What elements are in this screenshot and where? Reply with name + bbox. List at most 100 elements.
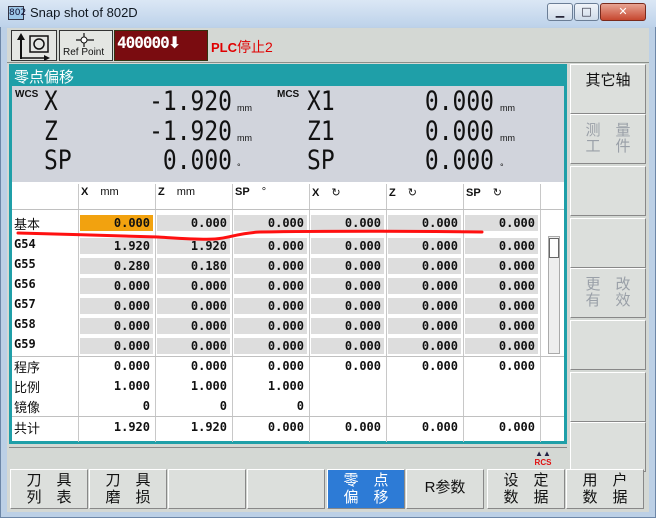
grid-line bbox=[232, 184, 233, 442]
softkey-right-8[interactable] bbox=[570, 422, 646, 472]
row-label: G56 bbox=[14, 277, 36, 291]
column-axis: Z bbox=[389, 187, 396, 199]
offset-cell[interactable]: 0.000 bbox=[157, 338, 230, 354]
offset-cell bbox=[311, 398, 384, 414]
softkey-right-3[interactable] bbox=[570, 166, 646, 216]
offset-cell[interactable]: 0.000 bbox=[465, 338, 538, 354]
softkey-bottom-7[interactable]: 设 定数 据 bbox=[487, 469, 565, 509]
offset-cell[interactable]: 0.000 bbox=[311, 338, 384, 354]
offset-cell[interactable]: 0.000 bbox=[465, 318, 538, 334]
offset-cell[interactable]: 0.000 bbox=[157, 298, 230, 314]
offset-cell[interactable]: 0.000 bbox=[388, 298, 461, 314]
softkey-right-4[interactable] bbox=[570, 218, 646, 268]
softkey-bottom-2[interactable]: 刀 具磨 损 bbox=[89, 469, 167, 509]
offset-cell[interactable]: 0.000 bbox=[388, 278, 461, 294]
offset-cell[interactable]: 0.000 bbox=[80, 215, 153, 231]
softkey-right-6[interactable] bbox=[570, 320, 646, 370]
mcs-axis-name: X1 bbox=[307, 86, 335, 117]
softkey-bottom-6[interactable]: R参数 bbox=[406, 469, 484, 509]
offset-cell[interactable]: 0.000 bbox=[311, 238, 384, 254]
offset-cell[interactable]: 0.000 bbox=[311, 278, 384, 294]
offset-cell[interactable]: 0.180 bbox=[157, 258, 230, 274]
offset-cell[interactable]: 0.000 bbox=[157, 318, 230, 334]
softkey-bottom-3[interactable] bbox=[168, 469, 246, 509]
offset-cell: 0.000 bbox=[421, 359, 458, 373]
row-label: 比例 bbox=[14, 380, 41, 395]
wcs-axis-value: 0.000 bbox=[162, 145, 232, 176]
offset-cell[interactable]: 0.000 bbox=[234, 278, 307, 294]
alarm-message: PLC停止2 bbox=[211, 37, 273, 57]
offset-cell[interactable]: 0.000 bbox=[388, 215, 461, 231]
offset-cell[interactable]: 0.000 bbox=[465, 215, 538, 231]
softkey-right-1[interactable]: 其它轴 bbox=[570, 64, 646, 114]
softkey-bottom-4[interactable] bbox=[247, 469, 325, 509]
offset-cell[interactable]: 0.000 bbox=[388, 318, 461, 334]
row-label: G57 bbox=[14, 297, 36, 311]
offset-cell[interactable]: 0.000 bbox=[234, 318, 307, 334]
softkey-bottom-8[interactable]: 用 户数 据 bbox=[566, 469, 644, 509]
softkey-bottom-1[interactable]: 刀 具列 表 bbox=[10, 469, 88, 509]
maximize-icon[interactable]: □ bbox=[574, 3, 599, 21]
offset-cell[interactable]: 0.000 bbox=[465, 258, 538, 274]
offset-cell[interactable]: 0.000 bbox=[80, 278, 153, 294]
offset-cell[interactable]: 0.000 bbox=[80, 338, 153, 354]
mcs-axis-unit: mm bbox=[500, 103, 515, 113]
softkey-right-2[interactable]: 测 量工 件 bbox=[570, 114, 646, 164]
offset-cell[interactable]: 0.000 bbox=[388, 338, 461, 354]
softkey-bottom-5[interactable]: 零 点偏 移 bbox=[327, 469, 405, 509]
offset-cell[interactable]: 0.000 bbox=[234, 215, 307, 231]
softkey-right-5[interactable]: 更 改有 效 bbox=[570, 268, 646, 318]
row-label: 共计 bbox=[14, 421, 41, 436]
offset-cell[interactable]: 0.000 bbox=[234, 338, 307, 354]
program-number: 400000 bbox=[117, 33, 170, 52]
offset-cell[interactable]: 0.000 bbox=[80, 298, 153, 314]
offset-cell: 0.000 bbox=[113, 359, 150, 373]
offset-cell[interactable]: 0.000 bbox=[388, 238, 461, 254]
offset-cell[interactable]: 0.000 bbox=[311, 258, 384, 274]
offset-cell[interactable]: 1.920 bbox=[157, 238, 230, 254]
offset-cell[interactable]: 0.000 bbox=[311, 215, 384, 231]
grid-line bbox=[12, 356, 564, 357]
grid-line bbox=[463, 184, 464, 442]
alarm-prefix: PLC bbox=[211, 40, 237, 55]
column-header: SP ↻ bbox=[466, 186, 539, 206]
column-unit: ↻ bbox=[331, 187, 341, 199]
offset-cell[interactable]: 0.000 bbox=[311, 298, 384, 314]
offset-cell[interactable]: 1.920 bbox=[80, 238, 153, 254]
offset-cell: 0 bbox=[219, 399, 227, 413]
offset-cell[interactable]: 0.280 bbox=[80, 258, 153, 274]
offset-cell[interactable]: 0.000 bbox=[465, 298, 538, 314]
offset-cell bbox=[465, 398, 538, 414]
offset-cell[interactable]: 0.000 bbox=[388, 258, 461, 274]
offset-cell[interactable]: 0.000 bbox=[157, 278, 230, 294]
column-axis: X bbox=[81, 186, 89, 198]
softkey-right-7[interactable] bbox=[570, 372, 646, 422]
offset-cell[interactable]: 0.000 bbox=[234, 238, 307, 254]
softkey-label: 数 据 bbox=[503, 489, 549, 506]
offset-cell: 1.920 bbox=[113, 420, 150, 434]
offset-cell[interactable]: 0.000 bbox=[465, 238, 538, 254]
softkey-label: 更 改 bbox=[585, 276, 631, 293]
row-label: G59 bbox=[14, 337, 36, 351]
offset-cell[interactable]: 0.000 bbox=[234, 298, 307, 314]
column-header: Z ↻ bbox=[389, 186, 462, 206]
mcs-label: MCS bbox=[277, 89, 300, 100]
offset-cell[interactable]: 0.000 bbox=[157, 215, 230, 231]
mcs-axis-value: 0.000 bbox=[424, 145, 494, 176]
column-axis: Z bbox=[158, 186, 165, 198]
softkey-label: 工 件 bbox=[585, 138, 631, 155]
minimize-icon[interactable]: ▁ bbox=[547, 3, 573, 21]
offset-cell[interactable]: 0.000 bbox=[234, 258, 307, 274]
offset-cell bbox=[311, 378, 384, 394]
offset-cell: 0 bbox=[142, 399, 150, 413]
offset-cell: 1.920 bbox=[190, 420, 227, 434]
offset-cell[interactable]: 0.000 bbox=[465, 278, 538, 294]
offset-cell[interactable]: 0.000 bbox=[311, 318, 384, 334]
softkey-label: R参数 bbox=[424, 479, 466, 496]
scroll-thumb[interactable] bbox=[549, 238, 559, 258]
offset-cell[interactable]: 0.000 bbox=[80, 318, 153, 334]
page-title: 零点偏移 bbox=[14, 69, 75, 86]
close-icon[interactable]: ✕ bbox=[600, 3, 646, 21]
column-axis: SP bbox=[235, 186, 250, 198]
column-unit: ↻ bbox=[492, 187, 502, 199]
